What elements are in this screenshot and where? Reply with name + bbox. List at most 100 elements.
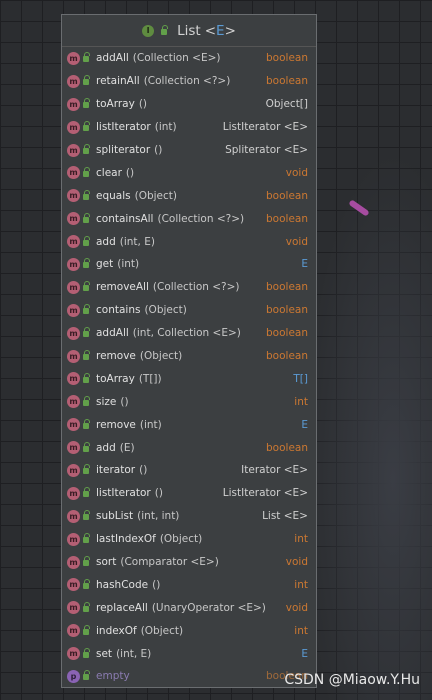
method-row[interactable]: m addAll (int, Collection <E>) boolean (62, 322, 316, 345)
method-name: containsAll (96, 212, 154, 225)
method-params: (Collection <?>) (157, 212, 245, 225)
method-params: (int) (154, 121, 177, 134)
public-lock-icon (83, 418, 90, 429)
public-lock-icon (83, 510, 90, 521)
method-params: () (154, 487, 163, 500)
method-row[interactable]: m toArray (T[]) T[] (62, 367, 316, 390)
method-row[interactable]: m containsAll (Collection <?>) boolean (62, 207, 316, 230)
method-row[interactable]: m toArray() Object[] (62, 93, 316, 116)
method-params: (int, int) (137, 510, 180, 523)
method-row[interactable]: m iterator() Iterator <E> (62, 459, 316, 482)
method-row[interactable]: m listIterator (int) ListIterator <E> (62, 116, 316, 139)
method-icon: m (67, 257, 80, 271)
public-lock-icon (83, 98, 90, 109)
public-lock-icon (83, 578, 90, 589)
title-close-bracket: > (224, 22, 236, 39)
method-return-type: void (285, 166, 308, 179)
method-icon: m (67, 349, 80, 363)
property-name: empty (96, 670, 130, 683)
method-row[interactable]: m lastIndexOf (Object) int (62, 528, 316, 551)
method-row[interactable]: m clear() void (62, 161, 316, 184)
method-name: addAll (96, 52, 129, 65)
method-icon: m (67, 647, 80, 661)
method-icon: m (67, 303, 80, 317)
method-row[interactable]: m spliterator() Spliterator <E> (62, 139, 316, 162)
method-row[interactable]: m size() int (62, 390, 316, 413)
public-lock-icon (83, 487, 90, 498)
method-row[interactable]: m hashCode() int (62, 573, 316, 596)
public-lock-icon (83, 121, 90, 132)
method-row[interactable]: m retainAll (Collection <?>) boolean (62, 70, 316, 93)
method-params: (Object) (134, 189, 177, 202)
property-row[interactable]: p empty boolean (62, 665, 316, 688)
property-icon: p (67, 669, 80, 683)
background-artwork (302, 150, 432, 700)
public-lock-icon (83, 395, 90, 406)
method-row[interactable]: m add (int, E) void (62, 230, 316, 253)
method-row[interactable]: m indexOf (Object) int (62, 619, 316, 642)
method-row[interactable]: m sort (Comparator <E>) void (62, 551, 316, 574)
method-params: () (120, 395, 129, 408)
method-name: remove (96, 350, 136, 363)
method-row[interactable]: m replaceAll (UnaryOperator <E>) void (62, 596, 316, 619)
method-name: indexOf (96, 624, 137, 637)
interface-icon: I (142, 24, 155, 37)
method-name: hashCode (96, 578, 149, 591)
method-name: removeAll (96, 281, 149, 294)
method-icon: m (67, 555, 80, 569)
public-lock-icon (83, 144, 90, 154)
watermark: CSDN @Miaow.Y.Hu (284, 672, 420, 688)
method-return-type: int (294, 533, 308, 546)
method-name: set (96, 647, 113, 660)
method-name: spliterator (96, 144, 151, 156)
method-row[interactable]: m equals (Object) boolean (62, 184, 316, 207)
popup-title: List <E> (177, 23, 236, 39)
method-icon: m (67, 486, 80, 500)
method-name: toArray (96, 372, 135, 385)
method-return-type: boolean (266, 327, 308, 340)
public-lock-icon (83, 304, 90, 315)
method-row[interactable]: m remove (Object) boolean (62, 345, 316, 368)
method-row[interactable]: m get (int) E (62, 253, 316, 276)
method-row[interactable]: m remove (int) E (62, 413, 316, 436)
method-icon: m (67, 532, 80, 546)
method-row[interactable]: m listIterator() ListIterator <E> (62, 482, 316, 505)
method-row[interactable]: m set (int, E) E (62, 642, 316, 665)
method-return-type: boolean (266, 441, 308, 454)
method-name: sort (96, 556, 117, 569)
title-open-bracket: < (204, 22, 217, 39)
method-icon: m (67, 166, 80, 180)
method-name: subList (96, 510, 134, 523)
method-params: (Object) (144, 304, 187, 317)
method-icon: m (67, 280, 80, 294)
method-return-type: void (285, 556, 308, 569)
method-params: (UnaryOperator <E>) (151, 601, 266, 614)
method-return-type: int (294, 578, 308, 591)
method-icon: m (67, 74, 80, 88)
method-row[interactable]: m addAll (Collection <E>) boolean (62, 47, 316, 70)
method-row[interactable]: m subList (int, int) List <E> (62, 505, 316, 528)
method-return-type: ListIterator <E> (222, 121, 308, 134)
method-icon: m (67, 326, 80, 340)
method-params: (Object) (140, 624, 184, 637)
method-params: (T[]) (138, 372, 162, 385)
method-icon: m (67, 235, 80, 249)
method-name: replaceAll (96, 601, 148, 614)
method-row[interactable]: m removeAll (Collection <?>) boolean (62, 276, 316, 299)
method-row[interactable]: m contains (Object) boolean (62, 299, 316, 322)
method-return-type: boolean (266, 350, 308, 363)
method-row[interactable]: m add (E) boolean (62, 436, 316, 459)
method-icon: m (67, 395, 80, 409)
method-name: listIterator (96, 121, 151, 134)
method-return-type: Iterator <E> (241, 464, 308, 477)
public-lock-icon (83, 533, 90, 544)
method-return-type: E (301, 418, 308, 431)
method-icon: m (67, 143, 80, 157)
method-icon: m (67, 97, 80, 111)
method-name: remove (96, 418, 136, 431)
method-name: add (96, 441, 116, 454)
method-params: (Comparator <E>) (120, 556, 219, 569)
public-lock-icon (83, 281, 90, 292)
method-name: retainAll (96, 75, 140, 88)
method-name: size (96, 395, 117, 408)
